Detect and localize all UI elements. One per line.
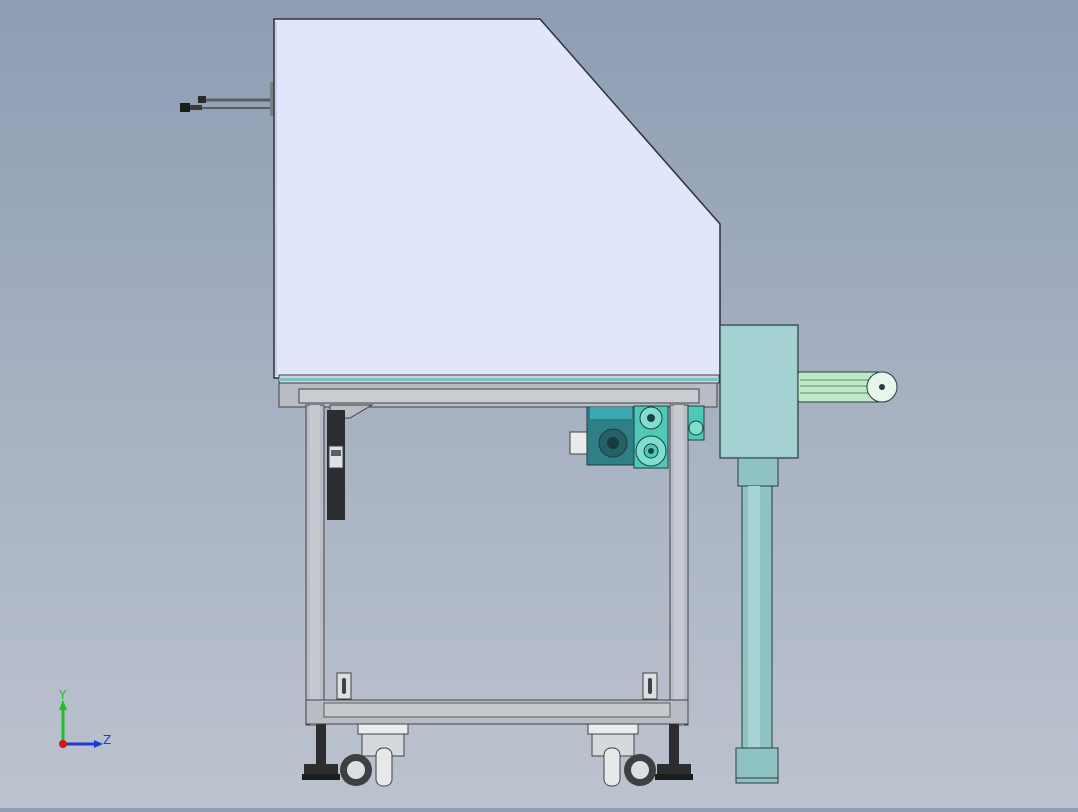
machine-hood[interactable] (273, 18, 721, 379)
caster-left[interactable] (340, 723, 409, 787)
cylinder-actuator[interactable] (327, 404, 374, 520)
cad-viewport[interactable]: Y Z (0, 0, 1078, 808)
orientation-triad[interactable]: Y Z (58, 688, 111, 748)
y-axis-label: Y (58, 688, 67, 702)
x-axis-dot (59, 740, 67, 748)
drive-motor[interactable] (569, 406, 636, 466)
cad-model-view[interactable]: Y Z (0, 0, 1078, 808)
connector-plug (180, 103, 190, 112)
belt-conveyor[interactable] (797, 371, 898, 403)
leveling-foot-right[interactable] (655, 724, 693, 780)
lift-column[interactable] (719, 324, 799, 784)
table-top[interactable] (278, 374, 720, 408)
leveling-foot-left[interactable] (302, 724, 340, 780)
z-axis-label: Z (103, 733, 111, 747)
caster-right[interactable] (587, 723, 656, 787)
pulley-assembly[interactable] (633, 405, 705, 469)
cable-assembly[interactable] (180, 82, 275, 116)
